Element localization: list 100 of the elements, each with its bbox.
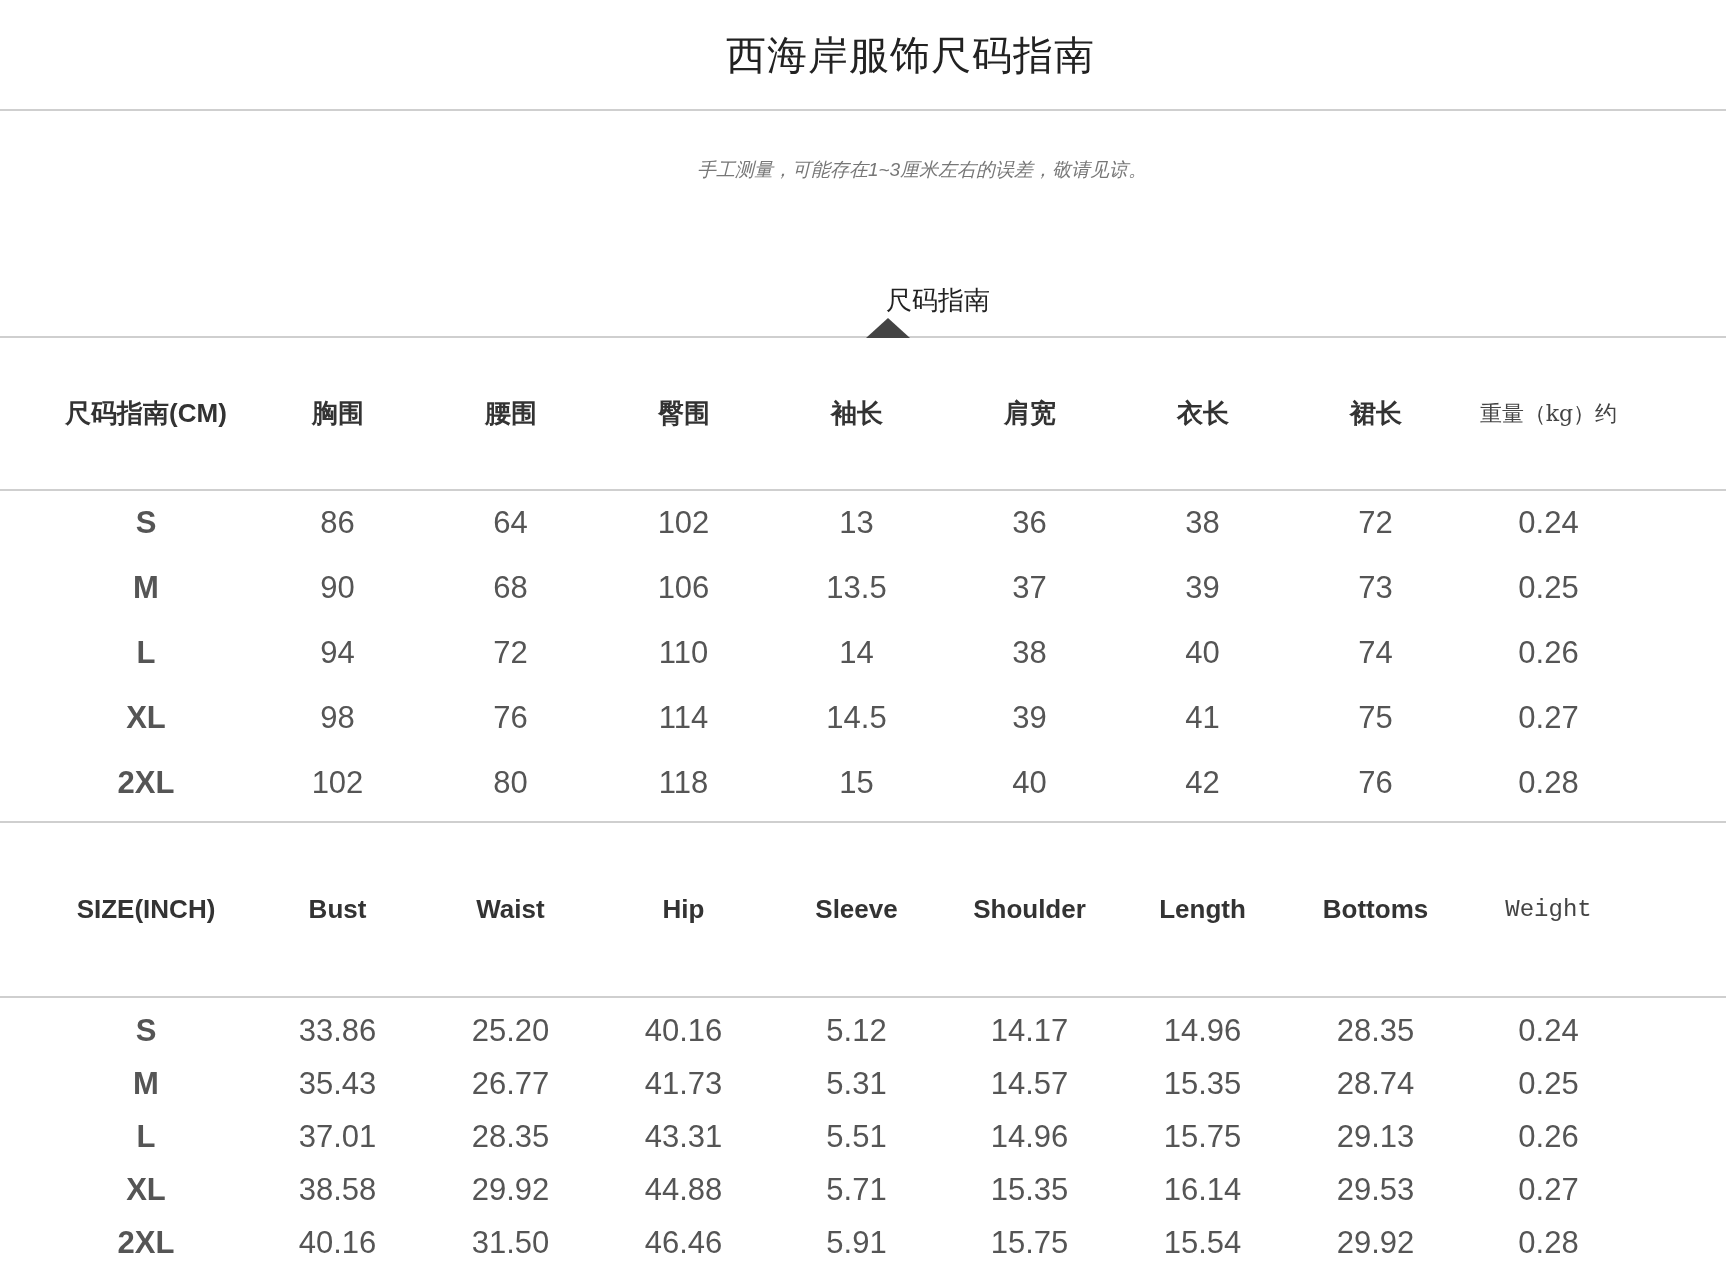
table-cell-text: 110 xyxy=(657,634,710,673)
column-header: 重量（kg）约 xyxy=(1478,400,1619,428)
column-header: 胸围 xyxy=(310,397,365,430)
table-cell-text: 0.24 xyxy=(1517,1012,1580,1051)
table-cell-text: 0.24 xyxy=(1517,504,1580,543)
column-header: 臀围 xyxy=(656,397,711,430)
table-cell-text: 37.01 xyxy=(297,1118,378,1157)
column-header: 裙长 xyxy=(1348,397,1403,430)
column-header: Length xyxy=(1158,893,1247,926)
column-header: Sleeve xyxy=(814,893,899,926)
table-cell-text: 5.91 xyxy=(825,1224,888,1263)
table-cell-text: 68 xyxy=(492,569,529,608)
table-cell-text: 118 xyxy=(657,764,710,803)
table-cell-text: 40.16 xyxy=(643,1012,724,1051)
table-cell-text: 15.75 xyxy=(989,1224,1070,1263)
size-label: 2XL xyxy=(116,1224,176,1263)
size-label: L xyxy=(135,1118,157,1157)
table-cell-text: 0.26 xyxy=(1517,634,1580,673)
table-cell-text: 40 xyxy=(1184,634,1221,673)
table-cell-text: 36 xyxy=(1011,504,1048,543)
size-label: L xyxy=(135,634,157,673)
table-cell-text: 73 xyxy=(1357,569,1394,608)
table-cell-text: 90 xyxy=(319,569,356,608)
table-cell-text: 41.73 xyxy=(643,1065,724,1104)
table-cell-text: 14 xyxy=(838,634,875,673)
table-cell-text: 39 xyxy=(1184,569,1221,608)
measurement-note: 手工测量，可能存在1~3厘米左右的误差，敬请见谅。 xyxy=(696,158,1148,182)
column-header: Hip xyxy=(661,893,706,926)
column-header: 肩宽 xyxy=(1002,397,1057,430)
table-cell-text: 14.96 xyxy=(1162,1012,1243,1051)
column-header: 尺码指南(CM) xyxy=(64,397,228,430)
table-cell-text: 14.17 xyxy=(989,1012,1070,1051)
size-label: M xyxy=(132,569,160,608)
table-cell-text: 13.5 xyxy=(825,569,888,608)
size-label: S xyxy=(134,504,158,543)
table-cell-text: 31.50 xyxy=(470,1224,551,1263)
table-cell-text: 41 xyxy=(1184,699,1221,738)
table-cell-text: 15.75 xyxy=(1162,1118,1243,1157)
size-label: S xyxy=(134,1012,158,1051)
table-cell-text: 76 xyxy=(1357,764,1394,803)
size-label: M xyxy=(132,1065,160,1104)
table-cell-text: 102 xyxy=(656,504,711,543)
table-cell-text: 44.88 xyxy=(643,1171,724,1210)
table-cell-text: 98 xyxy=(319,699,356,738)
table-cell-text: 0.27 xyxy=(1517,1171,1580,1210)
table-cell-text: 26.77 xyxy=(470,1065,551,1104)
table-cell-text: 15.35 xyxy=(989,1171,1070,1210)
table-cell-text: 29.53 xyxy=(1335,1171,1416,1210)
section-label: 尺码指南 xyxy=(886,284,990,317)
size-label: XL xyxy=(125,699,167,738)
table-cell-text: 33.86 xyxy=(297,1012,378,1051)
table-cell-text: 75 xyxy=(1357,699,1394,738)
table-cell-text: 29.92 xyxy=(1335,1224,1416,1263)
table-cell-text: 72 xyxy=(492,634,529,673)
table-cell-text: 15.54 xyxy=(1162,1224,1243,1263)
table-cell-text: 40 xyxy=(1011,764,1048,803)
table-cell-text: 38.58 xyxy=(297,1171,378,1210)
column-header: Waist xyxy=(475,893,546,926)
table-cell-text: 29.92 xyxy=(470,1171,551,1210)
table-cell-text: 0.25 xyxy=(1517,1065,1580,1104)
table-cell-text: 38 xyxy=(1011,634,1048,673)
page-title: 西海岸服饰尺码指南 xyxy=(725,31,1095,79)
table-cell-text: 106 xyxy=(656,569,711,608)
size-label: XL xyxy=(125,1171,167,1210)
table-cell-text: 14.96 xyxy=(989,1118,1070,1157)
table-cell-text: 5.71 xyxy=(825,1171,888,1210)
column-header: 衣长 xyxy=(1175,397,1230,430)
table-cell-text: 74 xyxy=(1357,634,1394,673)
table-cell-text: 35.43 xyxy=(297,1065,378,1104)
triangle-pointer-icon xyxy=(866,318,910,338)
table-cell-text: 0.27 xyxy=(1517,699,1580,738)
column-header: Shoulder xyxy=(972,893,1087,926)
column-header: 腰围 xyxy=(483,397,538,430)
table-cell-text: 28.35 xyxy=(1335,1012,1416,1051)
size-label: 2XL xyxy=(116,764,176,803)
table-cell-text: 43.31 xyxy=(643,1118,724,1157)
column-header: 袖长 xyxy=(829,397,884,430)
column-header: Bust xyxy=(307,893,368,926)
table-cell-text: 15.35 xyxy=(1162,1065,1243,1104)
table-cell-text: 0.28 xyxy=(1517,1224,1580,1263)
table-cell-text: 42 xyxy=(1184,764,1221,803)
table-cell-text: 14.57 xyxy=(989,1065,1070,1104)
table-cell-text: 5.51 xyxy=(825,1118,888,1157)
column-header: Bottoms xyxy=(1321,893,1430,926)
table-cell-text: 39 xyxy=(1011,699,1048,738)
table-cell-text: 15 xyxy=(838,764,875,803)
table-cell-text: 13 xyxy=(838,504,875,543)
table-cell-text: 40.16 xyxy=(297,1224,378,1263)
table-cell-text: 37 xyxy=(1011,569,1048,608)
table-cell-text: 80 xyxy=(492,764,529,803)
table-cell-text: 5.31 xyxy=(825,1065,888,1104)
table-cell-text: 29.13 xyxy=(1335,1118,1416,1157)
table-cell-text: 0.28 xyxy=(1517,764,1580,803)
table-cell-text: 64 xyxy=(492,504,529,543)
table-cell-text: 0.25 xyxy=(1517,569,1580,608)
table-cell-text: 86 xyxy=(319,504,356,543)
table-cell-text: 28.35 xyxy=(470,1118,551,1157)
table-cell-text: 76 xyxy=(492,699,529,738)
column-header: Weight xyxy=(1504,894,1593,925)
table-cell-text: 16.14 xyxy=(1162,1171,1243,1210)
